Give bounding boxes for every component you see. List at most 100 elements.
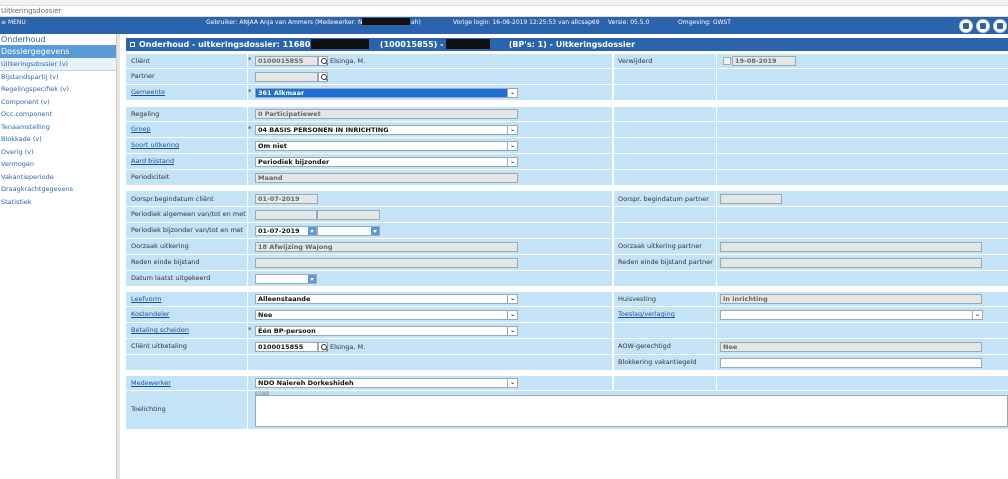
- chevron-down-icon: ⌄: [509, 311, 515, 318]
- save-icon[interactable]: [959, 19, 973, 33]
- verwijderd-date-field[interactable]: 19-08-2019: [732, 56, 796, 66]
- value-cell: [717, 85, 1008, 100]
- medewerker-label[interactable]: Medewerker: [131, 379, 171, 387]
- sidebar-item-tenaamstelling[interactable]: Tenaamstelling: [0, 121, 116, 134]
- huisvesting-field[interactable]: In inrichting: [720, 294, 982, 304]
- current-user-tail: ah): [411, 19, 421, 26]
- label-cell: Reden einde bijstand partner: [614, 255, 716, 270]
- chevron-down-icon: ⌄: [509, 295, 515, 302]
- collapse-icon[interactable]: [130, 42, 135, 47]
- calendar-dropdown-icon[interactable]: [371, 227, 379, 235]
- label-cell: Reden einde bijstand: [126, 255, 247, 270]
- soort-uitkering-select[interactable]: Om niet ⌄: [255, 141, 518, 151]
- groep-select[interactable]: 04 BASIS PERSONEN IN INRICHTING ⌄: [255, 125, 518, 135]
- toelichting-textarea[interactable]: [255, 395, 1008, 427]
- sidebar-item-occ-component[interactable]: Occ.component: [0, 108, 116, 121]
- sidebar-item-statistiek[interactable]: Statistiek: [0, 196, 116, 209]
- periodiek-algemeen-from[interactable]: [255, 210, 317, 220]
- calendar-dropdown-icon[interactable]: [308, 227, 316, 235]
- aow-field[interactable]: Nee: [720, 342, 982, 352]
- gemeente-label[interactable]: Gemeente: [131, 88, 165, 96]
- required-marker: *: [248, 125, 252, 133]
- betaling-scheiden-select[interactable]: Één BP-persoon ⌄: [255, 326, 518, 336]
- users-icon[interactable]: [976, 19, 990, 33]
- soort-uitkering-label[interactable]: Soort uitkering: [131, 141, 179, 149]
- menu-button[interactable]: ≡ MENU: [0, 18, 26, 27]
- oorzaak-uitkering-field[interactable]: 18 Afwijzing Wajong: [255, 242, 518, 252]
- label-cell: [126, 355, 247, 370]
- calendar-dropdown-icon[interactable]: [308, 275, 316, 283]
- toeslag-select[interactable]: ⌄: [720, 310, 983, 320]
- client-search-icon[interactable]: [318, 56, 328, 66]
- datum-laatst-label: Datum laatst uitgekeerd: [131, 274, 211, 282]
- panel-title-a: Onderhoud - uitkeringsdossier: 116800 -: [139, 40, 325, 49]
- aard-bijstand-label[interactable]: Aard bijstand: [131, 157, 174, 165]
- betaling-scheiden-value: Één BP-persoon: [258, 327, 316, 335]
- menu-label: MENU: [7, 19, 26, 26]
- blokkering-field[interactable]: [720, 358, 982, 368]
- sidebar-item-vermogen[interactable]: Vermogen: [0, 158, 116, 171]
- sidebar-item-blokkade[interactable]: Blokkade (v): [0, 133, 116, 146]
- oorzaak-uitkering-partner-field[interactable]: [720, 242, 982, 252]
- reden-einde-partner-field[interactable]: [720, 258, 982, 268]
- sidebar-item-uitkeringsdossier[interactable]: Uitkeringsdossier (v): [0, 58, 116, 71]
- sidebar-divider: [117, 34, 120, 479]
- oorspr-begindatum-client-field[interactable]: 01-07-2019: [255, 194, 318, 204]
- sidebar-item-vakantieperiode[interactable]: Vakantieperiode: [0, 171, 116, 184]
- client-number-field[interactable]: 0100015855: [255, 56, 318, 66]
- label-cell: Oorzaak uitkering: [126, 239, 247, 254]
- periodiek-bijzonder-label: Periodiek bijzonder van/tot en met: [131, 226, 244, 234]
- medewerker-select[interactable]: NDO Naiereh Dorkeshideh ⌄: [255, 378, 518, 388]
- chevron-down-icon: ⌄: [509, 158, 515, 165]
- aard-bijstand-select[interactable]: Periodiek bijzonder ⌄: [255, 157, 518, 167]
- aow-label: AOW-gerechtigd: [618, 342, 671, 350]
- value-cell: [717, 376, 1008, 390]
- leefvorm-label[interactable]: Leefvorm: [131, 295, 162, 303]
- partner-search-icon[interactable]: [318, 72, 328, 82]
- value-cell: [717, 271, 1008, 286]
- client-name: Elsinga, M.: [330, 57, 366, 65]
- periodiciteit-field[interactable]: Maand: [255, 173, 518, 183]
- oorzaak-uitkering-partner-label: Oorzaak uitkering partner: [618, 242, 702, 250]
- sidebar-item-regelingspecifiek[interactable]: Regelingspecifiek (v): [0, 83, 116, 96]
- gemeente-select[interactable]: 361 Alkmaar ⌄: [255, 88, 518, 98]
- label-cell: Toeslag/verlaging: [614, 307, 716, 322]
- toeslag-label[interactable]: Toeslag/verlaging: [618, 310, 675, 318]
- value-cell: [717, 107, 1008, 121]
- regeling-field[interactable]: 0 Participatiewet: [255, 109, 518, 119]
- client-uitbetaling-search-icon[interactable]: [318, 342, 328, 352]
- sidebar: Onderhoud Dossiergegevens Uitkeringsdoss…: [0, 34, 117, 479]
- partner-field[interactable]: [255, 72, 318, 82]
- sidebar-item-onderhoud[interactable]: Onderhoud: [0, 34, 116, 45]
- oorspr-begindatum-partner-field[interactable]: [720, 194, 782, 204]
- client-uitbetaling-field[interactable]: 0100015855: [255, 342, 318, 352]
- chevron-down-icon: ⌄: [509, 327, 515, 334]
- verwijderd-label: Verwijderd: [618, 57, 653, 65]
- periodiek-algemeen-to[interactable]: [317, 210, 380, 220]
- verwijderd-checkbox[interactable]: [723, 57, 731, 65]
- leefvorm-select[interactable]: Alleenstaande ⌄: [255, 294, 518, 304]
- sidebar-item-bijstandspartij[interactable]: Bijstandspartij (v): [0, 71, 116, 84]
- refresh-icon[interactable]: [993, 19, 1007, 33]
- datum-laatst-field[interactable]: [255, 274, 317, 284]
- oorzaak-uitkering-label: Oorzaak uitkering: [131, 242, 189, 250]
- groep-label[interactable]: Groep: [131, 125, 151, 133]
- reden-einde-field[interactable]: [255, 258, 518, 268]
- label-cell: Cliënt uitbetaling: [126, 339, 247, 354]
- label-cell: [614, 323, 716, 338]
- betaling-scheiden-label[interactable]: Betaling scheiden: [131, 326, 189, 334]
- sidebar-item-overig[interactable]: Overig (v): [0, 146, 116, 159]
- periodiek-bijzonder-to[interactable]: [317, 226, 380, 236]
- periodiek-bijzonder-from[interactable]: 01-07-2019: [255, 226, 317, 236]
- label-cell: Periodiciteit: [126, 170, 247, 185]
- kostendeler-select[interactable]: Nee ⌄: [255, 310, 518, 320]
- label-cell: Leefvorm: [126, 292, 247, 306]
- sidebar-item-dossiergegevens[interactable]: Dossiergegevens: [0, 45, 116, 58]
- panel-title: Onderhoud - uitkeringsdossier: 116800 - …: [126, 38, 1008, 51]
- value-cell: [717, 138, 1008, 153]
- sidebar-item-draagkrachtgegevens[interactable]: Draagkrachtgegevens: [0, 183, 116, 196]
- kostendeler-label[interactable]: Kostendeler: [131, 310, 170, 318]
- reden-einde-partner-label: Reden einde bijstand partner: [618, 258, 713, 266]
- label-cell: [614, 154, 716, 169]
- sidebar-item-component[interactable]: Component (v): [0, 96, 116, 109]
